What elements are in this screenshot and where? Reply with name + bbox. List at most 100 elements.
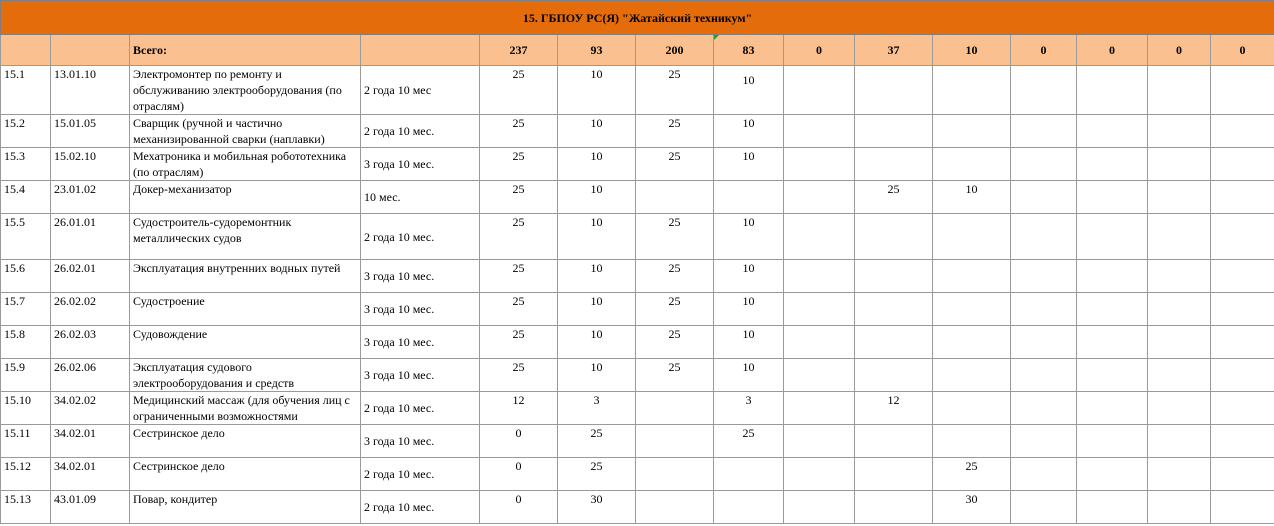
plan-value <box>1010 114 1077 148</box>
plan-value: 25 <box>479 147 558 181</box>
table-row: 15.10 34.02.02 Медицинский массаж (для обу… <box>0 391 1274 425</box>
total-value: 237 <box>479 34 558 66</box>
plan-value: 25 <box>479 292 558 326</box>
plan-value <box>1147 114 1211 148</box>
plan-value <box>1010 65 1077 115</box>
row-number: 15.5 <box>0 213 51 260</box>
study-duration: 3 года 10 мес. <box>360 147 480 181</box>
plan-value: 10 <box>713 114 784 148</box>
plan-value: 30 <box>932 490 1011 524</box>
plan-value: 25 <box>479 358 558 392</box>
specialty-code: 43.01.09 <box>50 490 130 524</box>
plan-value <box>1076 325 1148 359</box>
specialty-code: 34.02.01 <box>50 457 130 491</box>
plan-value <box>932 147 1011 181</box>
plan-value: 12 <box>479 391 558 425</box>
plan-value <box>1147 147 1211 181</box>
plan-value <box>932 358 1011 392</box>
specialty-code: 34.02.01 <box>50 424 130 458</box>
plan-value: 25 <box>713 424 784 458</box>
plan-value: 25 <box>479 180 558 214</box>
plan-value <box>1010 259 1077 293</box>
plan-value-text: 10 <box>742 73 755 87</box>
plan-value <box>1147 213 1211 260</box>
plan-value <box>783 180 855 214</box>
plan-value <box>1147 424 1211 458</box>
table-row: 15.4 23.01.02 Докер-механизатор 10 мес. 25 10… <box>0 180 1274 214</box>
plan-value <box>854 114 933 148</box>
plan-value: 10 <box>557 358 636 392</box>
specialty-name: Эксплуатация судового электрооборудовани… <box>129 358 361 392</box>
plan-value: 25 <box>932 457 1011 491</box>
plan-value <box>854 213 933 260</box>
specialty-name: Медицинский массаж (для обучения лиц с о… <box>129 391 361 425</box>
plan-value <box>1147 292 1211 326</box>
plan-value: 0 <box>479 490 558 524</box>
plan-value <box>1076 490 1148 524</box>
plan-value <box>932 65 1011 115</box>
plan-value: 10 <box>557 114 636 148</box>
plan-value <box>783 65 855 115</box>
plan-value: 10 <box>932 180 1011 214</box>
total-value: 0 <box>1209 34 1274 66</box>
plan-value <box>635 391 714 425</box>
plan-value <box>932 292 1011 326</box>
plan-value: 25 <box>479 114 558 148</box>
plan-value <box>1209 259 1274 293</box>
plan-value <box>713 490 784 524</box>
plan-value <box>635 490 714 524</box>
specialty-code: 26.01.01 <box>50 213 130 260</box>
plan-value <box>1010 213 1077 260</box>
plan-value <box>1076 147 1148 181</box>
plan-value <box>854 147 933 181</box>
row-number: 15.4 <box>0 180 51 214</box>
study-duration: 2 года 10 мес. <box>360 457 480 491</box>
study-duration: 2 года 10 мес. <box>360 114 480 148</box>
total-value: 0 <box>1076 34 1148 66</box>
row-number: 15.10 <box>0 391 51 425</box>
table-row: 15.3 15.02.10 Мехатроника и мобильная робо… <box>0 147 1274 181</box>
plan-value <box>1209 180 1274 214</box>
plan-value <box>1076 180 1148 214</box>
plan-value <box>713 180 784 214</box>
plan-value: 25 <box>854 180 933 214</box>
table-row: 15.2 15.01.05 Сварщик (ручной и частично м… <box>0 114 1274 148</box>
plan-value: 10 <box>557 147 636 181</box>
plan-value: 10 <box>557 180 636 214</box>
study-duration: 3 года 10 мес. <box>360 325 480 359</box>
row-number: 15.13 <box>0 490 51 524</box>
specialty-name: Электромонтер по ремонту и обслуживанию … <box>129 65 361 115</box>
plan-value <box>1076 457 1148 491</box>
total-value: 83 <box>713 34 784 66</box>
plan-value <box>932 259 1011 293</box>
row-number: 15.7 <box>0 292 51 326</box>
plan-value <box>854 358 933 392</box>
plan-value: 25 <box>635 292 714 326</box>
specialty-code: 26.02.03 <box>50 325 130 359</box>
row-number: 15.1 <box>0 65 51 115</box>
plan-value <box>635 180 714 214</box>
study-duration: 2 года 10 мес. <box>360 213 480 260</box>
plan-value <box>1010 391 1077 425</box>
plan-value <box>783 292 855 326</box>
plan-value <box>854 424 933 458</box>
plan-value <box>783 424 855 458</box>
plan-value: 25 <box>635 358 714 392</box>
specialty-code: 26.02.06 <box>50 358 130 392</box>
study-duration: 3 года 10 мес. <box>360 358 480 392</box>
plan-value <box>854 325 933 359</box>
table-row: 15.12 34.02.01 Сестринское дело 2 года 10 м… <box>0 457 1274 491</box>
study-duration: 3 года 10 мес. <box>360 424 480 458</box>
plan-value <box>1147 65 1211 115</box>
study-duration: 2 года 10 мес <box>360 65 480 115</box>
study-duration: 10 мес. <box>360 180 480 214</box>
plan-value <box>1147 457 1211 491</box>
plan-value: 25 <box>635 65 714 115</box>
specialty-name: Судостроение <box>129 292 361 326</box>
plan-value: 10 <box>713 325 784 359</box>
plan-value <box>1147 391 1211 425</box>
specialty-code: 13.01.10 <box>50 65 130 115</box>
table-row: 15.1 13.01.10 Электромонтер по ремонту и о… <box>0 65 1274 115</box>
cell-empty <box>50 34 130 66</box>
total-value: 37 <box>854 34 933 66</box>
